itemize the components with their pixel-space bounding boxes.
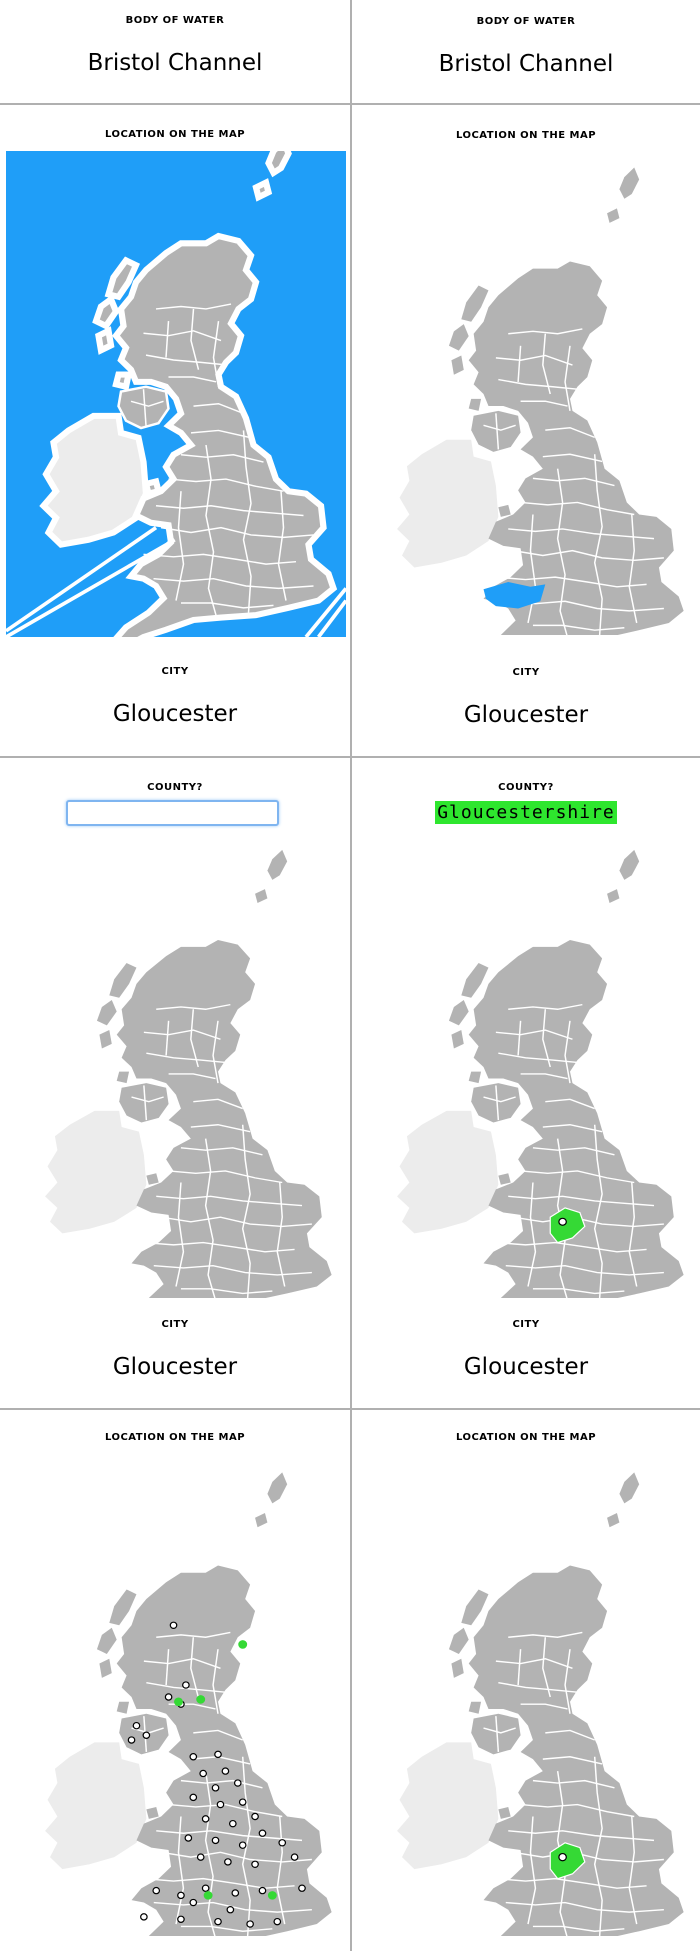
card-4-back: LOCATION ON THE MAP: [352, 1410, 700, 1951]
bottom-prompt-label: CITY: [512, 667, 540, 678]
city-marker[interactable]: [224, 1858, 232, 1866]
card-3-front: COUNTY? CITY Gloucester: [0, 758, 350, 1408]
prompt-label: LOCATION ON THE MAP: [455, 1432, 597, 1443]
card-1-front: BODY OF WATER Bristol Channel: [0, 0, 350, 103]
bottom-prompt-label: CITY: [161, 666, 189, 677]
ireland-shape: [397, 1110, 499, 1234]
uk-map[interactable]: [360, 836, 696, 1298]
bottom-prompt-value: Gloucester: [463, 1354, 589, 1380]
city-marker[interactable]: [233, 1779, 242, 1787]
ireland-shape: [397, 439, 499, 568]
city-marker[interactable]: [142, 1731, 151, 1739]
bottom-prompt-value: Gloucester: [112, 701, 238, 727]
bottom-prompt-value: Gloucester: [112, 1354, 238, 1380]
city-marker[interactable]: [189, 1753, 198, 1761]
city-marker[interactable]: [182, 1681, 190, 1689]
city-marker[interactable]: [169, 1621, 178, 1630]
city-marker[interactable]: [278, 1839, 287, 1847]
city-marker[interactable]: [251, 1812, 259, 1821]
card-3-back: COUNTY? Gloucestershire CITY Gloucester: [352, 758, 700, 1408]
prompt-value: Bristol Channel: [87, 50, 263, 76]
card-2-front: LOCATION ON THE MAP CITY Gloucester: [0, 105, 350, 756]
county-answer-text: Gloucestershire: [435, 801, 617, 824]
city-marker[interactable]: [273, 1917, 282, 1926]
city-marker[interactable]: [177, 1915, 185, 1923]
city-marker[interactable]: [214, 1917, 222, 1926]
ireland-shape: [397, 1742, 499, 1870]
city-marker[interactable]: [140, 1913, 148, 1921]
card-1-back: BODY OF WATER Bristol Channel: [352, 0, 700, 103]
ireland-shape: [45, 1742, 147, 1870]
city-marker-found[interactable]: [174, 1697, 183, 1707]
city-marker[interactable]: [127, 1736, 136, 1744]
city-marker[interactable]: [290, 1853, 299, 1861]
card-4-front: LOCATION ON THE MAP: [0, 1410, 350, 1951]
uk-map[interactable]: [360, 1458, 696, 1936]
great-britain-shape: [96, 849, 332, 1298]
city-marker[interactable]: [238, 1841, 247, 1849]
prompt-label: COUNTY?: [147, 782, 203, 793]
bottom-prompt-label: CITY: [161, 1319, 189, 1330]
city-marker[interactable]: [214, 1750, 222, 1759]
city-marker[interactable]: [226, 1906, 235, 1914]
prompt-label: BODY OF WATER: [476, 16, 576, 27]
city-marker-found[interactable]: [196, 1695, 206, 1704]
city-marker-found[interactable]: [238, 1640, 248, 1649]
water-map[interactable]: [6, 151, 346, 637]
prompt-label: LOCATION ON THE MAP: [455, 130, 597, 141]
city-marker[interactable]: [258, 1886, 267, 1895]
city-marker[interactable]: [177, 1891, 185, 1900]
great-britain-shape: [448, 167, 684, 635]
bottom-prompt-label: CITY: [512, 1319, 540, 1330]
city-marker[interactable]: [211, 1836, 220, 1845]
prompt-label: COUNTY?: [498, 782, 554, 793]
uk-map[interactable]: [8, 836, 344, 1298]
uk-map[interactable]: [8, 1458, 344, 1936]
city-marker[interactable]: [231, 1889, 240, 1897]
city-marker[interactable]: [189, 1793, 198, 1802]
city-marker[interactable]: [132, 1721, 141, 1730]
city-marker[interactable]: [164, 1693, 173, 1701]
city-marker[interactable]: [201, 1884, 210, 1892]
city-marker-found[interactable]: [203, 1891, 213, 1900]
city-marker[interactable]: [199, 1769, 208, 1778]
great-britain-shape: [96, 1472, 332, 1936]
county-answer: Gloucestershire: [352, 801, 700, 824]
city-marker[interactable]: [216, 1800, 225, 1809]
city-marker[interactable]: [251, 1860, 259, 1869]
city-marker[interactable]: [201, 1815, 210, 1823]
city-marker[interactable]: [196, 1853, 205, 1861]
ireland-shape: [45, 1110, 147, 1234]
prompt-label: LOCATION ON THE MAP: [104, 1432, 246, 1443]
city-marker[interactable]: [211, 1784, 220, 1792]
uk-map[interactable]: [360, 153, 696, 635]
city-marker[interactable]: [228, 1819, 237, 1828]
city-marker[interactable]: [258, 1829, 267, 1837]
city-marker[interactable]: [184, 1834, 193, 1842]
prompt-value: Bristol Channel: [438, 51, 614, 77]
city-marker[interactable]: [221, 1767, 230, 1775]
bottom-prompt-value: Gloucester: [463, 702, 589, 728]
city-marker[interactable]: [246, 1920, 254, 1928]
county-answer-input[interactable]: [66, 800, 279, 826]
city-marker-found[interactable]: [267, 1891, 277, 1900]
city-marker[interactable]: [152, 1886, 161, 1895]
city-marker[interactable]: [238, 1798, 247, 1806]
city-marker[interactable]: [189, 1898, 198, 1907]
prompt-label: BODY OF WATER: [125, 15, 225, 26]
gloucester-marker: [558, 1217, 567, 1226]
gloucester-marker: [558, 1852, 567, 1862]
prompt-label: LOCATION ON THE MAP: [104, 129, 246, 140]
city-marker[interactable]: [298, 1884, 306, 1892]
card-2-back: LOCATION ON THE MAP CITY Gloucester: [352, 105, 700, 756]
